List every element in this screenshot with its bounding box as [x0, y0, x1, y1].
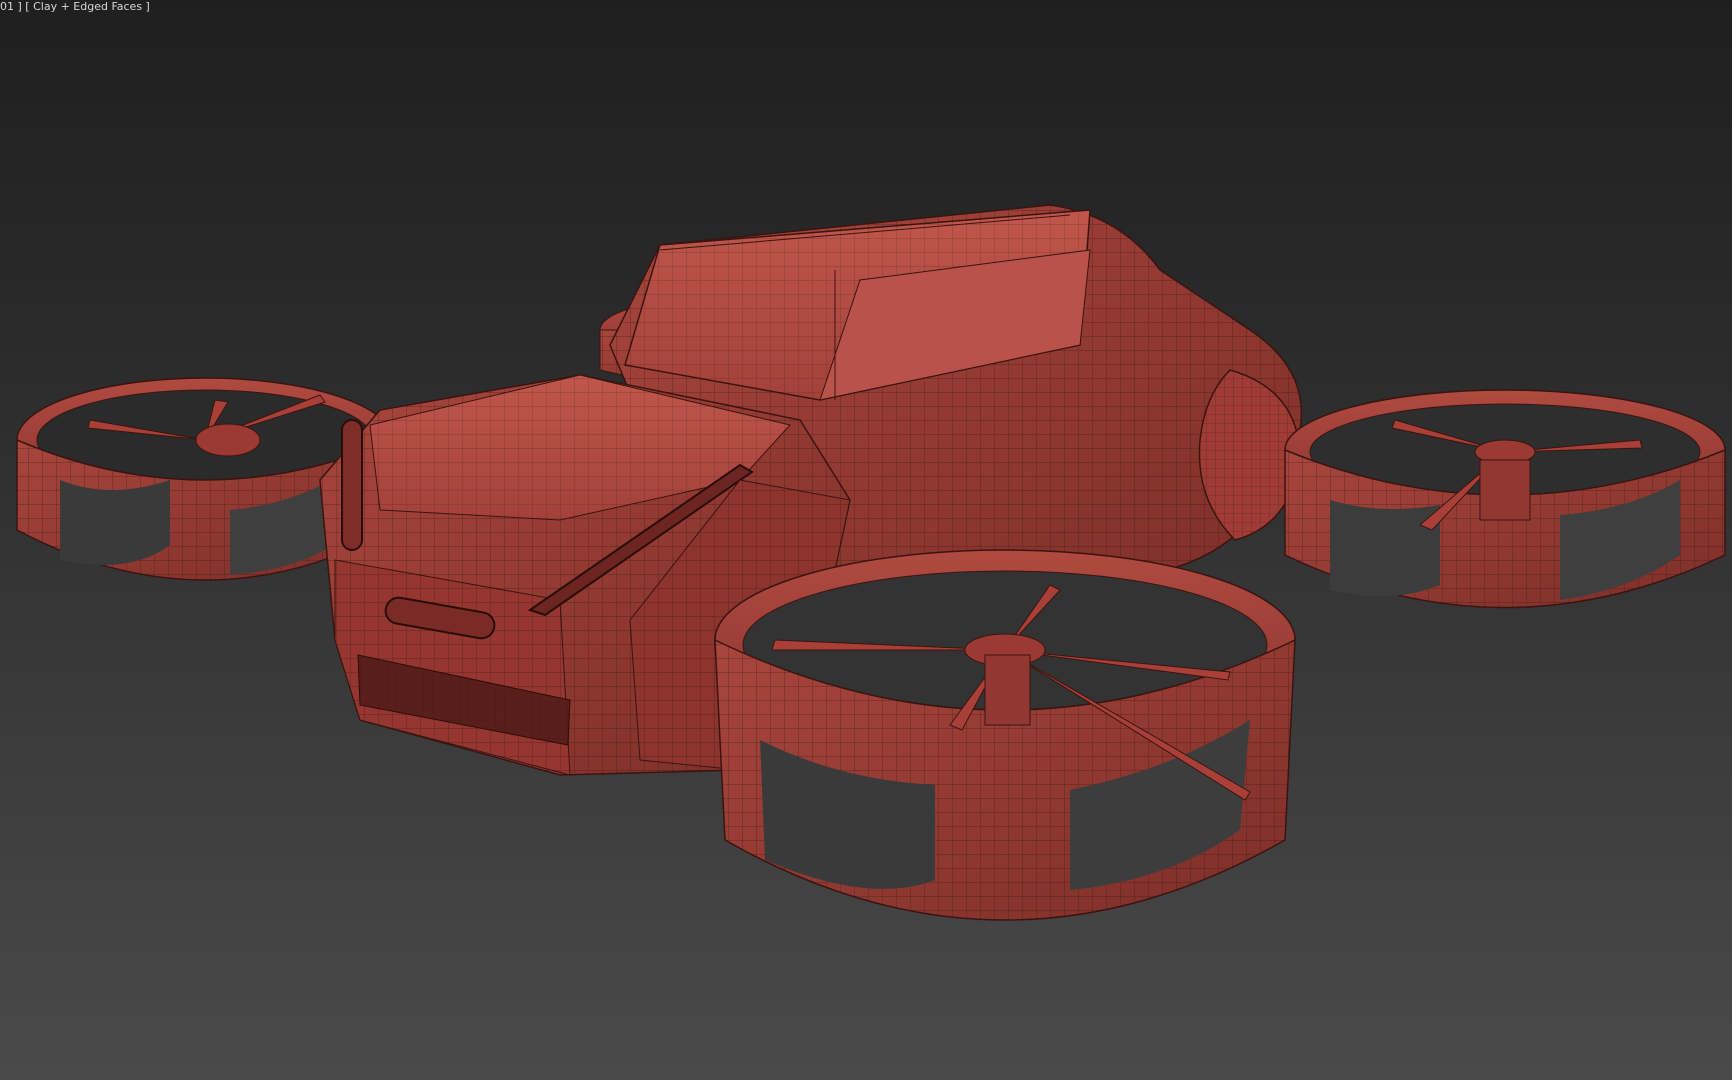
drone-model-render[interactable] — [0, 0, 1732, 1080]
rotor-right[interactable] — [1284, 389, 1726, 609]
rotor-front[interactable] — [714, 549, 1296, 921]
3d-viewport[interactable]: 01 ] [ Clay + Edged Faces ] — [0, 0, 1732, 1080]
